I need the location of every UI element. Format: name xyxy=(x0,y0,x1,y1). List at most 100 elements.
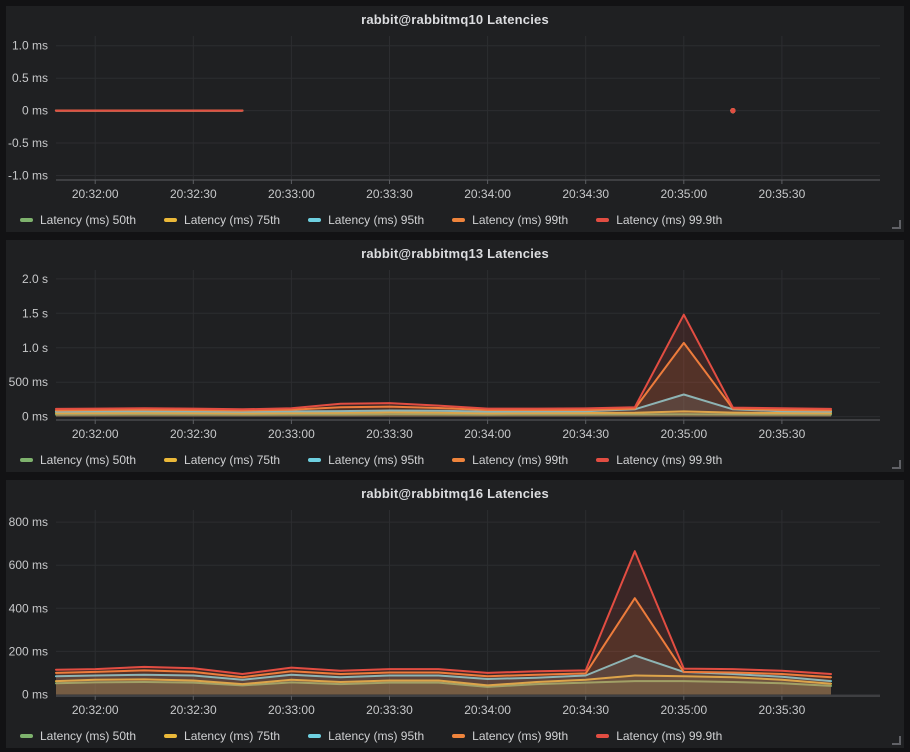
series-line xyxy=(56,551,831,674)
x-axis-tick-label: 20:35:00 xyxy=(660,187,707,201)
series-area xyxy=(56,551,831,694)
series-area xyxy=(56,315,831,417)
x-axis-tick-label: 20:32:00 xyxy=(72,187,119,201)
legend-item[interactable]: Latency (ms) 75th xyxy=(164,453,280,467)
panel-rabbitmq16: rabbit@rabbitmq16 Latencies 800 ms600 ms… xyxy=(6,480,904,748)
legend-item[interactable]: Latency (ms) 99th xyxy=(452,729,568,743)
legend-item[interactable]: Latency (ms) 75th xyxy=(164,729,280,743)
y-axis-tick-label: 0 ms xyxy=(22,410,48,424)
legend-label: Latency (ms) 95th xyxy=(328,453,424,467)
x-axis-tick-label: 20:33:30 xyxy=(366,703,413,717)
x-axis-tick-label: 20:34:30 xyxy=(562,187,609,201)
legend-color-dash-icon xyxy=(308,458,321,462)
x-axis-tick-label: 20:32:30 xyxy=(170,703,217,717)
legend-color-dash-icon xyxy=(596,218,609,222)
legend-label: Latency (ms) 75th xyxy=(184,453,280,467)
legend-item[interactable]: Latency (ms) 50th xyxy=(20,729,136,743)
y-axis-tick-label: -0.5 ms xyxy=(8,136,48,150)
legend-color-dash-icon xyxy=(596,458,609,462)
legend-item[interactable]: Latency (ms) 50th xyxy=(20,453,136,467)
x-axis-tick-label: 20:32:00 xyxy=(72,703,119,717)
series-line xyxy=(56,598,831,677)
y-axis-tick-label: 1.5 s xyxy=(22,306,48,320)
legend-label: Latency (ms) 99.9th xyxy=(616,213,722,227)
x-axis-tick-label: 20:33:00 xyxy=(268,427,315,441)
panel-rabbitmq10: rabbit@rabbitmq10 Latencies 1.0 ms 0.5 ms… xyxy=(6,6,904,232)
x-axis-tick-label: 20:34:30 xyxy=(562,703,609,717)
y-axis-tick-label: 1.0 ms xyxy=(12,39,48,53)
legend-item[interactable]: Latency (ms) 99.9th xyxy=(596,453,722,467)
panel-rabbitmq13: rabbit@rabbitmq13 Latencies 2.0 s1.5 s1.… xyxy=(6,240,904,472)
panel-header[interactable]: rabbit@rabbitmq13 Latencies xyxy=(6,240,904,266)
legend-label: Latency (ms) 99th xyxy=(472,453,568,467)
legend-item[interactable]: Latency (ms) 95th xyxy=(308,729,424,743)
legend-color-dash-icon xyxy=(596,734,609,738)
panel-title[interactable]: rabbit@rabbitmq10 Latencies xyxy=(361,12,549,27)
y-axis-tick-label: -1.0 ms xyxy=(8,169,48,183)
legend-label: Latency (ms) 99th xyxy=(472,213,568,227)
legend-item[interactable]: Latency (ms) 99th xyxy=(452,453,568,467)
y-axis-tick-label: 0.5 ms xyxy=(12,71,48,85)
legend-label: Latency (ms) 50th xyxy=(40,453,136,467)
x-axis-tick-label: 20:35:00 xyxy=(660,427,707,441)
legend-item[interactable]: Latency (ms) 99th xyxy=(452,213,568,227)
y-axis-tick-label: 400 ms xyxy=(9,601,48,615)
x-axis-tick-label: 20:33:00 xyxy=(268,703,315,717)
x-axis-tick-label: 20:35:30 xyxy=(759,703,806,717)
legend-color-dash-icon xyxy=(164,734,177,738)
legend-label: Latency (ms) 95th xyxy=(328,213,424,227)
latency-chart-rabbitmq16: 800 ms600 ms400 ms200 ms0 ms20:32:0020:3… xyxy=(6,506,904,724)
panel-title[interactable]: rabbit@rabbitmq16 Latencies xyxy=(361,486,549,501)
panel-header[interactable]: rabbit@rabbitmq10 Latencies xyxy=(6,6,904,32)
legend-color-dash-icon xyxy=(164,218,177,222)
x-axis-tick-label: 20:33:30 xyxy=(366,427,413,441)
y-axis-tick-label: 2.0 s xyxy=(22,272,48,286)
legend-label: Latency (ms) 75th xyxy=(184,729,280,743)
legend-item[interactable]: Latency (ms) 99.9th xyxy=(596,729,722,743)
resize-handle-icon[interactable] xyxy=(892,460,901,469)
y-axis-tick-label: 200 ms xyxy=(9,644,48,658)
series-data-point xyxy=(730,108,735,113)
x-axis-tick-label: 20:34:00 xyxy=(464,427,511,441)
x-axis-tick-label: 20:35:00 xyxy=(660,703,707,717)
resize-handle-icon[interactable] xyxy=(892,220,901,229)
legend-label: Latency (ms) 95th xyxy=(328,729,424,743)
legend-label: Latency (ms) 75th xyxy=(184,213,280,227)
legend-item[interactable]: Latency (ms) 95th xyxy=(308,453,424,467)
legend: Latency (ms) 50th Latency (ms) 75th Latenc… xyxy=(6,724,904,748)
legend-color-dash-icon xyxy=(164,458,177,462)
legend-color-dash-icon xyxy=(308,734,321,738)
x-axis-tick-label: 20:34:00 xyxy=(464,703,511,717)
x-axis-tick-label: 20:34:30 xyxy=(562,427,609,441)
legend-color-dash-icon xyxy=(20,734,33,738)
y-axis-tick-label: 600 ms xyxy=(9,558,48,572)
panel-title[interactable]: rabbit@rabbitmq13 Latencies xyxy=(361,246,549,261)
dashboard: rabbit@rabbitmq10 Latencies 1.0 ms 0.5 ms… xyxy=(0,0,910,752)
y-axis-tick-label: 0 ms xyxy=(22,104,48,118)
x-axis-tick-label: 20:32:30 xyxy=(170,187,217,201)
legend-label: Latency (ms) 50th xyxy=(40,213,136,227)
legend-item[interactable]: Latency (ms) 50th xyxy=(20,213,136,227)
x-axis-tick-label: 20:32:30 xyxy=(170,427,217,441)
y-axis-tick-label: 500 ms xyxy=(9,375,48,389)
y-axis-tick-label: 0 ms xyxy=(22,688,48,702)
x-axis-tick-label: 20:35:30 xyxy=(759,427,806,441)
legend-label: Latency (ms) 99th xyxy=(472,729,568,743)
x-axis-tick-label: 20:33:30 xyxy=(366,187,413,201)
x-axis-tick-label: 20:33:00 xyxy=(268,187,315,201)
legend-color-dash-icon xyxy=(20,218,33,222)
legend-color-dash-icon xyxy=(20,458,33,462)
legend-item[interactable]: Latency (ms) 99.9th xyxy=(596,213,722,227)
legend-color-dash-icon xyxy=(452,218,465,222)
panel-header[interactable]: rabbit@rabbitmq16 Latencies xyxy=(6,480,904,506)
legend: Latency (ms) 50th Latency (ms) 75th Latenc… xyxy=(6,208,904,232)
latency-chart-rabbitmq10: 1.0 ms 0.5 ms 0 ms -0.5 ms -1.0 ms 20:32:00 20… xyxy=(6,32,904,208)
legend-label: Latency (ms) 99.9th xyxy=(616,453,722,467)
legend-label: Latency (ms) 99.9th xyxy=(616,729,722,743)
legend: Latency (ms) 50th Latency (ms) 75th Latenc… xyxy=(6,448,904,472)
legend-color-dash-icon xyxy=(452,458,465,462)
legend-color-dash-icon xyxy=(452,734,465,738)
legend-item[interactable]: Latency (ms) 75th xyxy=(164,213,280,227)
resize-handle-icon[interactable] xyxy=(892,736,901,745)
legend-item[interactable]: Latency (ms) 95th xyxy=(308,213,424,227)
